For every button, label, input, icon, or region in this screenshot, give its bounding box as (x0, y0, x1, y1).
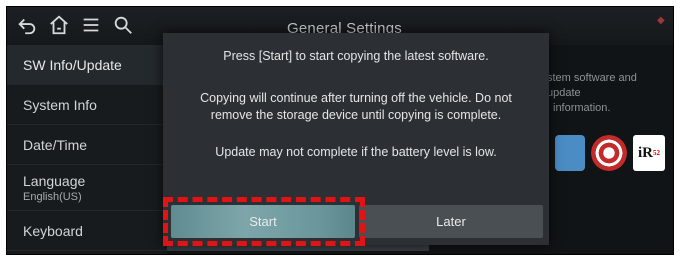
blue-logo-icon (555, 135, 585, 171)
sidebar-item-label: SW Info/Update (23, 56, 122, 73)
search-icon[interactable] (111, 13, 135, 37)
dialog-message-start: Press [Start] to start copying the lates… (223, 49, 489, 63)
description-line: stem software and update (547, 72, 637, 99)
sidebar-item-label: System Info (23, 96, 97, 113)
dialog-message-copy-2: remove the storage device until copying … (210, 108, 502, 122)
sidebar-item-label: Language (23, 172, 86, 189)
later-button[interactable]: Later (359, 205, 543, 238)
home-icon[interactable] (47, 13, 71, 37)
update-dialog: Press [Start] to start copying the lates… (163, 33, 549, 246)
sidebar-item-label: Date/Time (23, 136, 88, 153)
sidebar-item-sublabel: English(US) (23, 190, 82, 203)
status-icon: ◆ (657, 15, 665, 26)
background-description: stem software and update information. (547, 71, 673, 116)
sidebar-item-label: Keyboard (23, 222, 83, 239)
start-button[interactable]: Start (171, 205, 355, 238)
sidebar-item-language[interactable]: Language English(US) (7, 165, 167, 211)
certification-logos: iR 52 (555, 135, 665, 171)
dialog-message-battery: Update may not complete if the battery l… (215, 145, 497, 159)
screen-frame: General Settings ◆ SW Info/Update System… (6, 6, 674, 255)
sidebar-item-keyboard[interactable]: Keyboard (7, 211, 167, 251)
sidebar-item-date-time[interactable]: Date/Time (7, 125, 167, 165)
back-icon[interactable] (15, 13, 39, 37)
ir-logo-icon: iR 52 (633, 135, 665, 171)
sidebar-item-system-info[interactable]: System Info (7, 85, 167, 125)
sidebar: SW Info/Update System Info Date/Time Lan… (7, 45, 167, 254)
dialog-message-copy: Copying will continue after turning off … (200, 91, 512, 105)
red-target-logo-icon (591, 135, 627, 171)
sidebar-item-sw-info-update[interactable]: SW Info/Update (7, 45, 167, 85)
description-line: information. (553, 102, 611, 114)
menu-icon[interactable] (79, 13, 103, 37)
